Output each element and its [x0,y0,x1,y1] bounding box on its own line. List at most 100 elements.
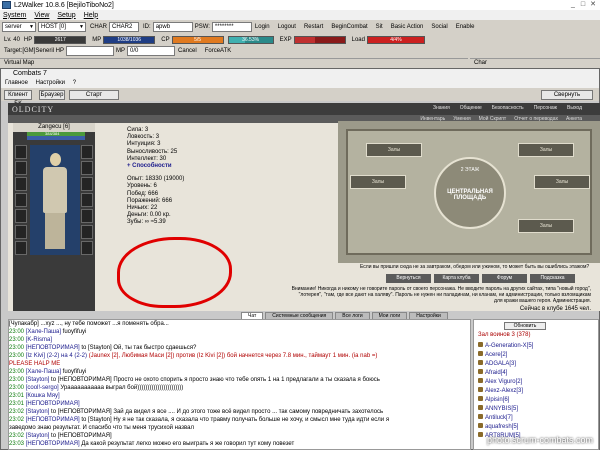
enable-checkbox[interactable]: Enable [453,22,478,32]
clan-icon [478,396,483,401]
slot-amulet[interactable] [15,161,27,175]
slot-bracers[interactable] [81,193,93,207]
chat-author[interactable]: [K-Risma] [26,337,52,343]
chat-author[interactable]: [НЕПОВТОРИМАЯ] [26,441,82,447]
player-name[interactable]: Alex Viguro[2] [485,379,522,385]
player-item[interactable]: A-Generation-X[5] [478,342,533,351]
slot-ring-2[interactable] [81,209,93,223]
player-item[interactable]: Alpisin[6] [478,396,533,405]
player-name[interactable]: Antiluck[7] [485,415,513,421]
client-button[interactable]: Клиент БК [4,90,32,107]
chat-log[interactable]: [Чупакабр] ...xyz ..., ну тебе поможет .… [8,319,471,450]
basic-action-select[interactable]: Basic Action [388,22,427,32]
player-item[interactable]: ADGALA[3] [478,360,533,369]
player-name[interactable]: ANNYBIS[5] [485,406,518,412]
player-name[interactable]: A-Generation-X[5] [485,343,533,349]
chat-author[interactable]: [Хале-Паша] [26,329,63,335]
char-select[interactable]: CHAR2 [109,22,140,32]
slot-gloves[interactable] [81,161,93,175]
slot-belt[interactable] [15,209,27,223]
map-room-3[interactable]: Залы [350,175,406,189]
begin-combat-button[interactable]: BeginCombat [328,22,370,32]
player-item[interactable]: Acere[2] [478,351,533,360]
refresh-button[interactable]: Обновить [504,322,546,330]
force-attack-button[interactable]: ForceATK [202,46,235,56]
nav-character[interactable]: Персонаж [534,105,557,111]
maximize-button[interactable]: □ [578,0,588,9]
player-item[interactable]: Afraid[4] [478,369,533,378]
server-select[interactable]: server ▼ [2,22,36,32]
menu-setup[interactable]: Setup [57,12,75,19]
map-room-2[interactable]: Залы [518,143,574,157]
player-name[interactable]: Alexz-Alexz[3] [485,388,523,394]
sit-button[interactable]: Sit [373,22,386,32]
return-button[interactable]: Вернуться [386,274,431,283]
menu-view[interactable]: View [34,12,49,19]
player-name[interactable]: Acere[2] [485,352,507,358]
login-button[interactable]: Login [252,22,273,32]
club-map-button[interactable]: Карта клуба [434,274,479,283]
abilities-link[interactable]: + Способности [127,163,184,170]
slot-earrings[interactable] [81,145,93,159]
slot-ring[interactable] [15,225,27,239]
id-input[interactable]: apwb [152,22,193,32]
cancel-button[interactable]: Cancel [175,46,200,56]
host-select[interactable]: HOST [0] ▼ [38,22,86,32]
slot-extra[interactable] [81,241,93,255]
chat-author[interactable]: [Кошка Мяу] [26,393,60,399]
player-name[interactable]: aquafresh[5] [485,424,518,430]
password-input[interactable]: ******** [211,22,252,32]
slot-leggings[interactable] [81,225,93,239]
slot-weapon[interactable] [15,177,27,191]
collapse-button[interactable]: Свернуть [541,90,593,100]
forum-button[interactable]: Форум [482,274,527,283]
menu-help[interactable]: ? [73,80,76,86]
chat-author[interactable]: [НЕПОВТОРИМАЯ] [26,401,80,407]
chat-author[interactable]: [Iz Kivi] (2-2) на 4 (2-2) [26,353,89,359]
logout-button[interactable]: Logout [275,22,299,32]
player-item[interactable]: aquafresh[5] [478,423,533,432]
player-item[interactable]: ANNYBIS[5] [478,405,533,414]
info-level: Уровень: 6 [127,183,157,190]
chat-author[interactable]: [НЕПОВТОРИМАЯ] [26,417,82,423]
map-room-5[interactable]: Залы [518,219,574,233]
player-item[interactable]: Alexz-Alexz[3] [478,387,533,396]
slot-boots[interactable] [15,241,27,255]
map-central-hall[interactable]: 2 ЭТАЖ ЦЕНТРАЛЬНАЯ ПЛОЩАДЬ [434,157,506,229]
slot-shield[interactable] [81,177,93,191]
chat-timestamp: 23:02 [9,433,26,439]
start-button[interactable]: Старт [69,90,119,100]
hint-button[interactable]: Подсказка [530,274,575,283]
nav-security[interactable]: Безопасность [492,105,524,111]
player-name[interactable]: Afraid[4] [485,370,507,376]
slot-armor[interactable] [15,193,27,207]
chat-timestamp: 23:00 [9,337,26,343]
menu-system[interactable]: System [3,12,26,19]
nav-exit[interactable]: Выход [567,105,582,111]
menu-settings[interactable]: Настройки [36,80,65,86]
chat-author[interactable]: [Stayton] [26,433,51,439]
player-name[interactable]: ADGALA[3] [485,361,516,367]
map-room-1[interactable]: Залы [366,143,422,157]
chat-author[interactable]: [Stayton] [26,377,51,383]
chat-author[interactable]: [cool!-sergo] [26,385,61,391]
player-name[interactable]: Alpisin[6] [485,397,509,403]
nav-communication[interactable]: Общение [460,105,482,111]
close-button[interactable]: ✕ [588,0,598,9]
menu-main[interactable]: Главное [5,80,28,86]
clan-icon [478,369,483,374]
browser-button[interactable]: Браузер [39,90,65,100]
game-title-bar: Combats 7 [1,69,599,79]
menu-help[interactable]: Help [84,12,98,19]
slot-helmet[interactable] [15,145,27,159]
player-item[interactable]: Antiluck[7] [478,414,533,423]
map-room-4[interactable]: Залы [534,175,590,189]
minimize-button[interactable]: _ [568,0,578,9]
restart-button[interactable]: Restart [301,22,326,32]
social-select[interactable]: Social [428,22,450,32]
chat-author[interactable]: [Хале-Паша] [26,369,63,375]
chat-author[interactable]: [НЕПОВТОРИМАЯ] [26,345,82,351]
nav-knowledge[interactable]: Знания [433,105,450,111]
chat-author[interactable]: [Stayton] [26,409,51,415]
player-item[interactable]: Alex Viguro[2] [478,378,533,387]
